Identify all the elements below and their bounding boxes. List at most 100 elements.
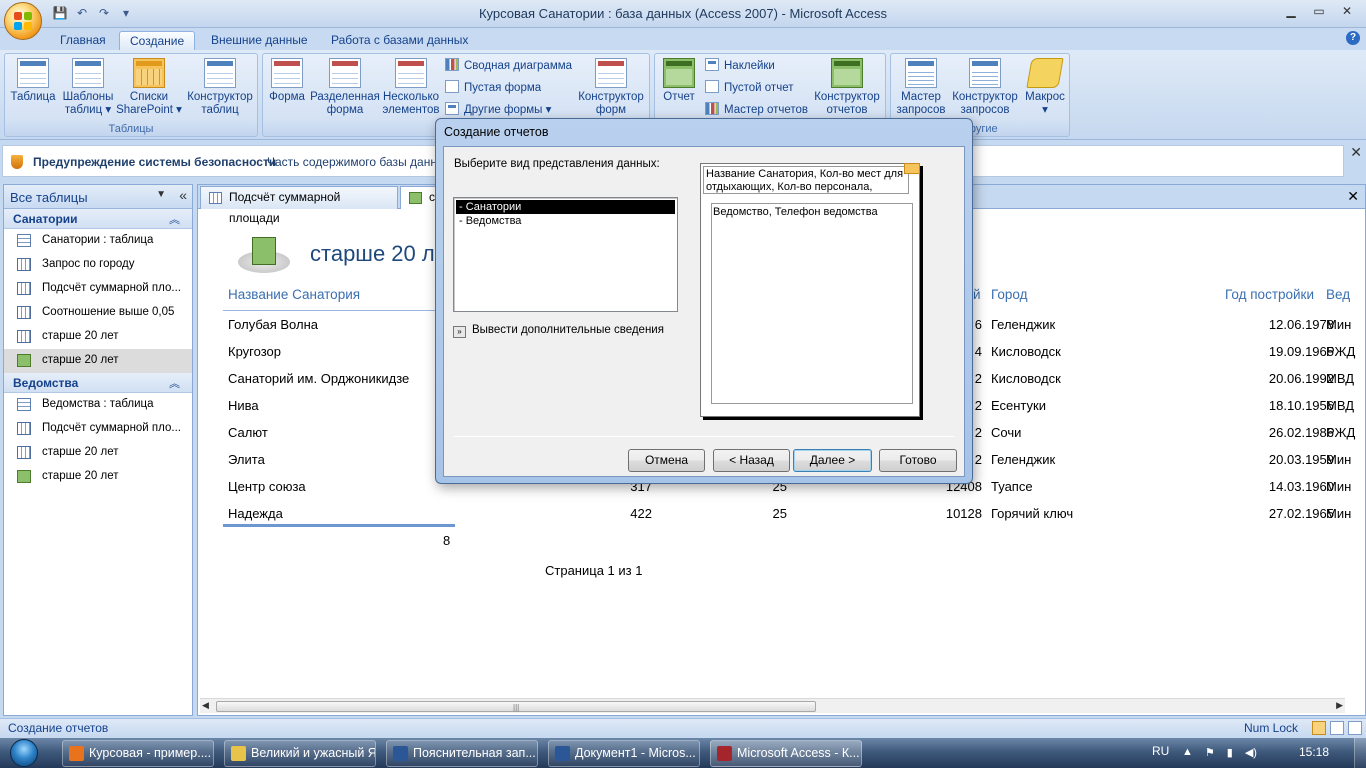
nav-groups: Санатории ︽ Санатории : таблица Запрос по г…	[4, 209, 192, 489]
table-button[interactable]: Таблица	[7, 58, 59, 104]
nav-item[interactable]: старше 20 лет	[4, 441, 192, 465]
security-close-icon[interactable]: ✕	[1350, 144, 1362, 161]
taskbar-item[interactable]: Документ1 - Micros...	[548, 740, 700, 767]
tab-external-data[interactable]: Внешние данные	[201, 31, 318, 51]
sharepoint-lists-button[interactable]: Списки SharePoint ▾	[115, 58, 183, 117]
layout-view-icon[interactable]	[1330, 721, 1344, 735]
close-document-icon[interactable]: ✕	[1347, 188, 1359, 205]
start-button[interactable]	[4, 738, 44, 768]
cell-name: Голубая Волна	[228, 317, 318, 332]
table-designer-button[interactable]: Конструктор таблиц	[183, 58, 257, 117]
cell-year: 18.10.1956	[1268, 398, 1334, 413]
nav-item[interactable]: Подсчёт суммарной пло...	[4, 417, 192, 441]
cell-year: 19.09.1965	[1268, 344, 1334, 359]
multiple-items-button[interactable]: Несколько элементов	[379, 58, 443, 117]
close-button[interactable]: ✕	[1334, 2, 1360, 20]
macro-button[interactable]: Макрос ▾	[1021, 58, 1069, 117]
query-wizard-icon	[905, 58, 937, 88]
chevron-down-icon[interactable]: ▼	[156, 189, 166, 200]
query-designer-button[interactable]: Конструктор запросов	[949, 58, 1021, 117]
blank-report-button[interactable]: Пустой отчет	[705, 79, 793, 97]
nav-item[interactable]: Санатории : таблица	[4, 229, 192, 253]
tab-create[interactable]: Создание	[119, 31, 196, 51]
maximize-button[interactable]: ▭	[1306, 2, 1332, 20]
taskbar-item[interactable]: Microsoft Access - К...	[710, 740, 862, 767]
clock[interactable]: 15:18	[1299, 745, 1329, 759]
nav-item[interactable]: старше 20 лет	[4, 325, 192, 349]
scroll-left-icon[interactable]: ◀	[202, 700, 209, 711]
form-button[interactable]: Форма	[265, 58, 309, 104]
form-designer-button[interactable]: Конструктор форм	[573, 58, 649, 117]
help-icon[interactable]: ?	[1346, 31, 1360, 45]
report-designer-button[interactable]: Конструктор отчетов	[809, 58, 885, 117]
nav-item[interactable]: старше 20 лет	[4, 465, 192, 489]
labels-button[interactable]: Наклейки	[705, 57, 775, 75]
design-view-icon[interactable]	[1348, 721, 1362, 735]
network-icon[interactable]: ▮	[1227, 746, 1233, 759]
report-icon	[663, 58, 695, 88]
cancel-button[interactable]: Отмена	[628, 449, 705, 472]
option-sanatorii[interactable]: - Санатории	[456, 200, 675, 214]
collapse-group-icon[interactable]: ︽	[169, 211, 180, 227]
option-vedomstva[interactable]: - Ведомства	[456, 214, 675, 228]
nav-item[interactable]: Ведомства : таблица	[4, 393, 192, 417]
cell-dept: Мин	[1326, 479, 1352, 494]
layout-preview: Название Санатория, Кол-во мест для отды…	[700, 163, 920, 417]
split-form-button[interactable]: Разделенная форма	[309, 58, 381, 117]
blank-form-button[interactable]: Пустая форма	[445, 79, 541, 97]
tab-database-tools[interactable]: Работа с базами данных	[321, 31, 478, 51]
cell-area: 6	[974, 317, 982, 332]
flag-icon[interactable]: ⚑	[1205, 746, 1215, 759]
scroll-right-icon[interactable]: ▶	[1336, 700, 1343, 711]
scroll-thumb[interactable]: |||	[216, 701, 816, 712]
view-options-list[interactable]: - Санатории - Ведомства	[453, 197, 678, 312]
pivot-chart-button[interactable]: Сводная диаграмма	[445, 57, 572, 75]
nav-header[interactable]: Все таблицы ▼ «	[4, 185, 192, 209]
taskbar: Курсовая - пример.... Великий и ужасный Я…	[0, 738, 1366, 768]
cell-dept: Мин	[1326, 506, 1352, 521]
next-button[interactable]: Далее >	[793, 449, 872, 472]
cell-year: 20.06.1992	[1268, 371, 1334, 386]
minimize-button[interactable]: ▁	[1278, 2, 1304, 20]
tab-summary-query[interactable]: Подсчёт суммарной площади	[200, 186, 398, 225]
other-forms-button[interactable]: Другие формы ▾	[445, 101, 551, 119]
other-forms-icon	[445, 102, 459, 115]
cell-name: Надежда	[228, 506, 283, 521]
nav-item[interactable]: Соотношение выше 0,05	[4, 301, 192, 325]
collapse-pane-icon[interactable]: «	[179, 187, 187, 203]
cell-dept: РЖД	[1326, 425, 1356, 440]
taskbar-item[interactable]: Пояснительная зап...	[386, 740, 538, 767]
language-indicator[interactable]: RU	[1152, 744, 1169, 758]
query-wizard-button[interactable]: Мастер запросов	[893, 58, 949, 117]
collapse-group-icon[interactable]: ︽	[169, 375, 180, 391]
report-wizard-button[interactable]: Мастер отчетов	[705, 101, 808, 119]
nav-item[interactable]: Запрос по городу	[4, 253, 192, 277]
nav-group-header[interactable]: Санатории ︽	[4, 209, 192, 229]
taskbar-item[interactable]: Курсовая - пример....	[62, 740, 214, 767]
more-info-button[interactable]: » Вывести дополнительные сведения	[453, 324, 664, 338]
office-button[interactable]	[4, 2, 42, 40]
app-icon	[231, 746, 246, 761]
taskbar-item-label: Великий и ужасный Я	[251, 746, 376, 760]
query-icon	[17, 422, 31, 435]
show-desktop-button[interactable]	[1354, 738, 1366, 768]
nav-group-header[interactable]: Ведомства ︽	[4, 373, 192, 393]
tray-expand-icon[interactable]: ▲	[1182, 746, 1193, 759]
cell-year: 14.03.1960	[1268, 479, 1334, 494]
app-icon	[69, 746, 84, 761]
nav-item[interactable]: Подсчёт суммарной пло...	[4, 277, 192, 301]
cell-city: Кисловодск	[991, 344, 1061, 359]
finish-button[interactable]: Готово	[879, 449, 957, 472]
taskbar-item[interactable]: Великий и ужасный Я	[224, 740, 376, 767]
back-button[interactable]: < Назад	[713, 449, 790, 472]
cell-name: Элита	[228, 452, 265, 467]
volume-icon[interactable]: ◀)	[1245, 746, 1257, 759]
horizontal-scrollbar[interactable]: ◀ ||| ▶	[200, 698, 1345, 713]
report-button[interactable]: Отчет	[657, 58, 701, 104]
taskbar-item-label: Пояснительная зап...	[413, 746, 536, 760]
report-view-icon[interactable]	[1312, 721, 1326, 735]
dialog-title: Создание отчетов	[444, 125, 549, 139]
table-templates-button[interactable]: Шаблоны таблиц ▾	[57, 58, 119, 117]
nav-item[interactable]: старше 20 лет	[4, 349, 192, 373]
tab-home[interactable]: Главная	[50, 31, 116, 51]
